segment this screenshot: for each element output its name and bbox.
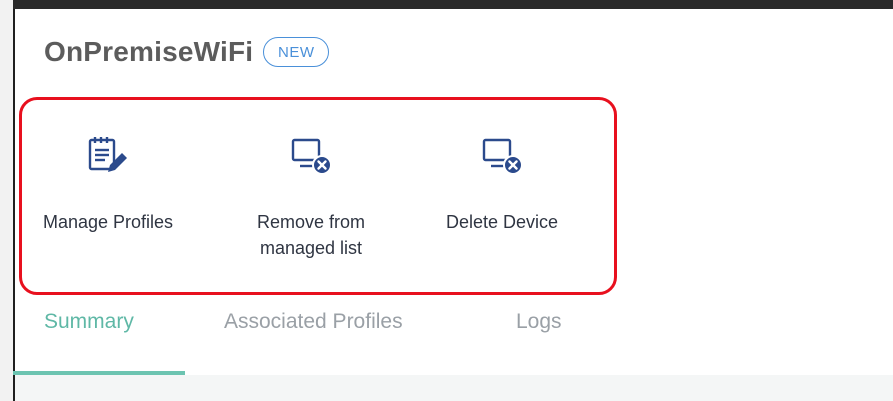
- content-area-top: [15, 375, 893, 401]
- manage-profiles-button[interactable]: Manage Profiles: [22, 133, 194, 235]
- delete-device-icon: [418, 133, 586, 179]
- device-header: OnPremiseWiFi NEW: [44, 36, 330, 68]
- delete-device-button[interactable]: Delete Device: [418, 133, 586, 235]
- delete-device-label: Delete Device: [445, 212, 559, 232]
- new-badge: NEW: [263, 37, 330, 67]
- remove-from-managed-list-button[interactable]: Remove from managed list: [228, 133, 394, 261]
- window-left-gutter: [0, 0, 13, 401]
- window-top-border: [0, 0, 893, 9]
- device-title: OnPremiseWiFi: [44, 36, 254, 67]
- remove-from-managed-list-label: Remove from managed list: [256, 212, 366, 258]
- tab-summary[interactable]: Summary: [44, 310, 134, 334]
- remove-device-icon: [228, 133, 394, 179]
- manage-profiles-icon: [22, 133, 194, 179]
- window-left-border: [13, 9, 15, 401]
- manage-profiles-label: Manage Profiles: [42, 212, 174, 232]
- tab-logs[interactable]: Logs: [516, 310, 562, 334]
- tab-associated-profiles[interactable]: Associated Profiles: [224, 310, 403, 334]
